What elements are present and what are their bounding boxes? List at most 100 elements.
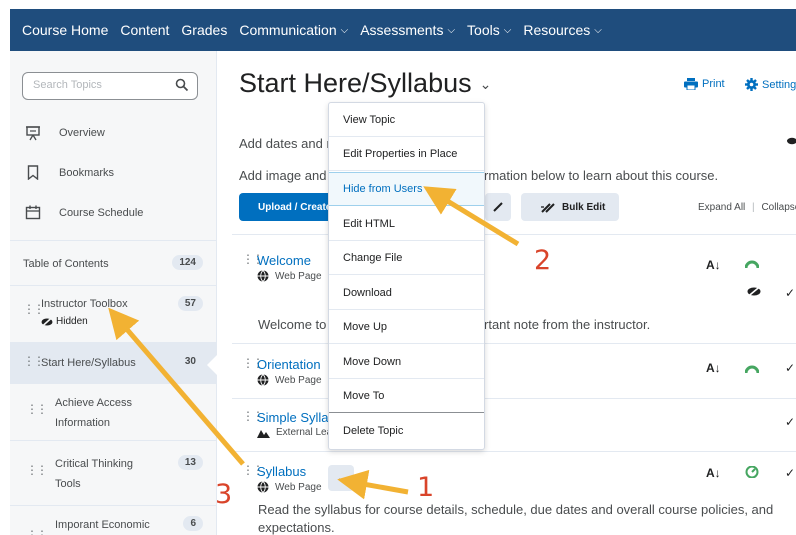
menu-move-down[interactable]: Move Down — [329, 345, 484, 379]
chevron-down-icon: ⌵ — [340, 24, 349, 36]
content-sidebar: Search Topics Overview Bookmarks Course … — [10, 51, 217, 535]
calendar-icon — [24, 205, 42, 220]
nav-assessments[interactable]: Assessments ⌵ — [360, 22, 455, 38]
eye-hidden-icon[interactable] — [747, 285, 761, 300]
presentation-icon — [24, 125, 42, 141]
menu-edit-html[interactable]: Edit HTML — [329, 207, 484, 241]
nav-course-home[interactable]: Course Home — [22, 22, 108, 38]
nav-tools[interactable]: Tools ⌵ — [467, 22, 511, 38]
description-line2-left: Add image and — [239, 168, 327, 183]
collapse-all-link[interactable]: Collapse A — [761, 202, 796, 213]
settings-button[interactable]: Settings — [745, 78, 796, 91]
description-line2-right: rmation below to learn about this course… — [484, 168, 719, 183]
topic-simple-syllabus-link[interactable]: Simple Syllab — [257, 410, 336, 425]
topic-context-menu: View Topic Edit Properties in Place Hide… — [328, 102, 485, 450]
bulk-edit-button[interactable]: Bulk Edit — [521, 193, 619, 221]
table-of-contents-row[interactable]: Table of Contents 124 — [10, 240, 217, 285]
divider — [232, 451, 796, 452]
settings-label: Settings — [762, 78, 796, 91]
menu-item-label: Edit HTML — [343, 217, 395, 230]
drag-handle-icon[interactable]: ⋮⋮ — [26, 463, 48, 477]
topic-type: Web Page — [257, 481, 322, 493]
module-count-badge: 6 — [183, 516, 203, 531]
module-count-badge: 57 — [177, 296, 203, 311]
annotation-number-3: 3 — [215, 479, 233, 510]
sidebar-overview[interactable]: Overview — [24, 125, 105, 141]
module-achieve-access[interactable]: ⋮⋮ Achieve Access Information — [10, 383, 217, 440]
topic-syllabus-body: Read the syllabus for course details, sc… — [258, 502, 774, 517]
topic-syllabus-link[interactable]: Syllabus — [257, 464, 306, 479]
print-label: Print — [702, 78, 725, 90]
menu-move-up[interactable]: Move Up — [329, 310, 484, 344]
drag-handle-icon[interactable]: ⋮⋮ — [26, 528, 48, 535]
accessibility-icon[interactable]: A↓ — [706, 361, 721, 375]
search-icon[interactable] — [175, 78, 189, 97]
sidebar-bookmarks-label: Bookmarks — [59, 166, 115, 179]
menu-item-label: Edit Properties in Place — [343, 147, 458, 160]
chevron-down-icon: ⌄ — [336, 472, 346, 484]
divider — [232, 343, 796, 344]
chevron-down-icon: ⌵ — [594, 24, 602, 36]
edit-button[interactable] — [485, 193, 511, 221]
drag-handle-icon[interactable]: ⋮⋮ — [23, 302, 45, 316]
nav-grades[interactable]: Grades — [181, 22, 227, 38]
module-count-badge: 13 — [177, 455, 203, 470]
topic-welcome-link[interactable]: Welcome — [257, 253, 311, 268]
module-start-here-syllabus[interactable]: ⋮⋮ Start Here/Syllabus 30 — [10, 342, 217, 383]
hidden-label: Hidden — [56, 316, 88, 327]
completion-icon — [744, 363, 760, 378]
printer-icon — [684, 78, 698, 90]
toc-count-badge: 124 — [172, 255, 203, 270]
description-line1: Add dates and r — [239, 136, 331, 151]
upload-create-label: Upload / Create — [258, 201, 332, 213]
eye-hidden-icon — [41, 316, 53, 327]
sidebar-course-schedule[interactable]: Course Schedule — [24, 205, 143, 220]
module-instructor-toolbox[interactable]: ⋮⋮ Instructor Toolbox Hidden 57 — [10, 285, 217, 342]
sidebar-bookmarks[interactable]: Bookmarks — [24, 165, 114, 180]
external-learning-icon — [257, 429, 270, 438]
menu-download[interactable]: Download — [329, 276, 484, 310]
nav-content[interactable]: Content — [120, 22, 169, 38]
print-button[interactable]: Print — [684, 78, 725, 90]
globe-icon — [257, 270, 269, 282]
module-critical-thinking[interactable]: ⋮⋮ Critical Thinking Tools 13 — [10, 440, 217, 505]
module-label: Critical Thinking — [55, 458, 134, 470]
menu-delete-topic[interactable]: Delete Topic — [329, 414, 484, 448]
menu-view-topic[interactable]: View Topic — [329, 103, 484, 137]
eye-hidden-icon[interactable] — [786, 135, 796, 149]
menu-item-label: Hide from Users — [343, 183, 423, 195]
drag-handle-icon[interactable]: ⋮⋮ — [23, 354, 45, 368]
menu-change-file[interactable]: Change File — [329, 241, 484, 275]
toc-label: Table of Contents — [23, 258, 109, 270]
topic-orientation-link[interactable]: Orientation — [257, 357, 321, 372]
accessibility-icon[interactable]: A↓ — [706, 258, 721, 272]
search-input[interactable]: Search Topics — [22, 72, 198, 100]
separator: | — [752, 202, 755, 213]
topic-syllabus-body-2: expectations. — [258, 520, 335, 535]
globe-icon — [257, 374, 269, 386]
expand-collapse-controls: Expand All | Collapse A — [698, 202, 796, 213]
nav-resources[interactable]: Resources ⌵ — [523, 22, 602, 38]
page-title-text: Start Here/Syllabus — [239, 68, 472, 98]
gear-icon — [745, 78, 758, 91]
expand-all-link[interactable]: Expand All — [698, 202, 745, 213]
menu-hide-from-users[interactable]: Hide from Users — [329, 172, 484, 206]
checkmark-icon: ✓ — [785, 286, 796, 300]
drag-handle-icon[interactable]: ⋮⋮ — [26, 402, 48, 416]
checkmark-icon: ✓ — [785, 415, 796, 429]
menu-edit-properties[interactable]: Edit Properties in Place — [329, 137, 484, 171]
module-imporant-economic[interactable]: ⋮⋮ Imporant Economic 6 — [10, 505, 217, 535]
topic-options-button[interactable]: ⌄ — [328, 465, 354, 491]
completion-icon — [745, 465, 759, 481]
topic-type-label: Web Page — [275, 374, 322, 386]
chevron-down-icon[interactable]: ⌄ — [480, 76, 492, 92]
upload-create-button[interactable]: Upload / Create — [239, 193, 334, 221]
menu-move-to[interactable]: Move To — [329, 379, 484, 413]
menu-item-label: View Topic — [343, 113, 396, 126]
accessibility-icon[interactable]: A↓ — [706, 466, 721, 480]
hidden-status: Hidden — [41, 316, 88, 327]
menu-item-label: Change File — [343, 251, 403, 264]
bookmark-icon — [24, 165, 42, 180]
nav-communication[interactable]: Communication ⌵ — [239, 22, 348, 38]
chevron-down-icon: ⌵ — [447, 24, 456, 36]
